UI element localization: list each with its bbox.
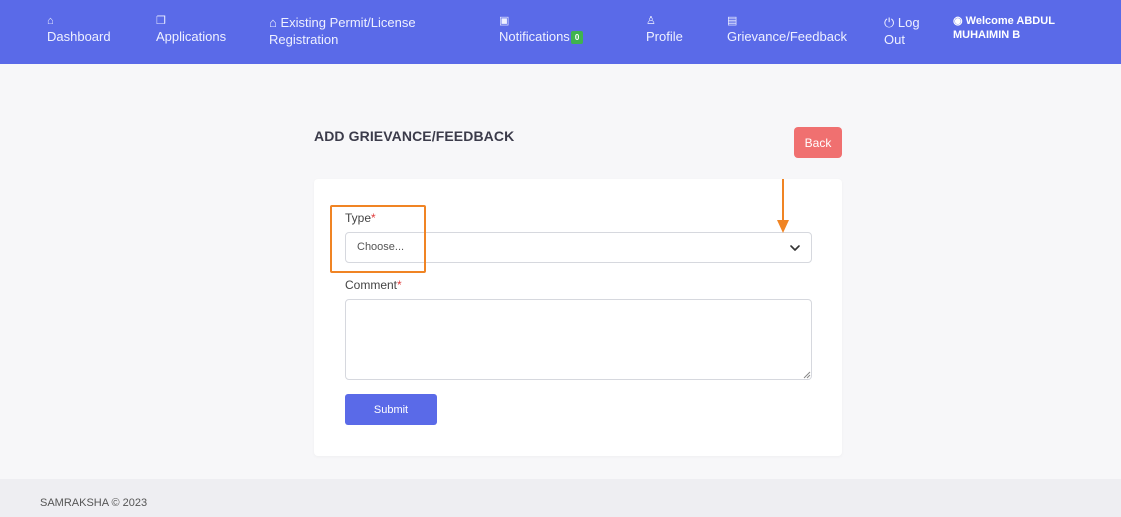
nav-grievance-feedback[interactable]: ▤ Grievance/Feedback [727,14,847,45]
required-mark: * [371,211,376,225]
chevron-down-icon [790,245,800,251]
nav-existing-permit-label: Existing Permit/License [280,15,416,30]
nav-dashboard[interactable]: ⌂ Dashboard [47,14,111,45]
nav-profile[interactable]: ♙ Profile [646,14,683,45]
calendar-icon: ▣ [499,15,510,27]
type-select[interactable]: Choose... [345,232,812,263]
comment-label-text: Comment [345,278,398,292]
copy-icon: ❐ [156,15,166,27]
footer: SAMRAKSHA © 2023 [0,479,1121,517]
submit-button[interactable]: Submit [345,394,437,425]
nav-logout-label: Log [897,15,920,30]
nav-grievance-label: Grievance/Feedback [727,29,847,44]
nav-logout[interactable]: ⏻ Log Out [884,14,920,48]
back-button[interactable]: Back [794,127,842,158]
resize-handle-icon[interactable] [803,371,811,379]
nav-notifications[interactable]: ▣ Notifications 0 [499,14,584,45]
user-icon: ♙ [646,15,656,27]
required-mark: * [397,278,402,292]
nav-logout-label-2: Out [884,32,905,47]
top-navbar: ⌂ Dashboard ❐ Applications ⌂ Existing Pe… [0,0,1121,64]
page-title: ADD GRIEVANCE/FEEDBACK [314,128,515,144]
home-icon: ⌂ [47,15,54,27]
type-select-value: Choose... [357,241,405,253]
nav-existing-permit[interactable]: ⌂ Existing Permit/License Registration [269,14,416,48]
type-label: Type* [345,211,376,225]
file-icon: ▤ [727,15,738,27]
nav-profile-label: Profile [646,29,683,44]
nav-existing-permit-label-2: Registration [269,32,339,47]
comment-textarea[interactable] [345,299,812,380]
welcome-line1: Welcome ABDUL [965,15,1055,27]
footer-copyright: SAMRAKSHA © 2023 [40,497,148,509]
notification-count-badge: 0 [570,31,584,45]
nav-applications[interactable]: ❐ Applications [156,14,226,45]
welcome-line2: MUHAIMIN B [953,29,1021,41]
nav-notifications-label: Notifications [499,29,570,44]
power-icon: ⏻ [884,15,895,30]
home-icon: ⌂ [269,15,277,30]
welcome-user[interactable]: ◉ Welcome ABDUL MUHAIMIN B [953,14,1055,42]
nav-dashboard-label: Dashboard [47,29,111,44]
nav-applications-label: Applications [156,29,227,44]
user-circle-icon: ◉ [953,15,963,27]
comment-label: Comment* [345,278,402,292]
grievance-form-card: Type* Choose... Comment* Submit [314,179,842,456]
type-label-text: Type [345,211,372,225]
